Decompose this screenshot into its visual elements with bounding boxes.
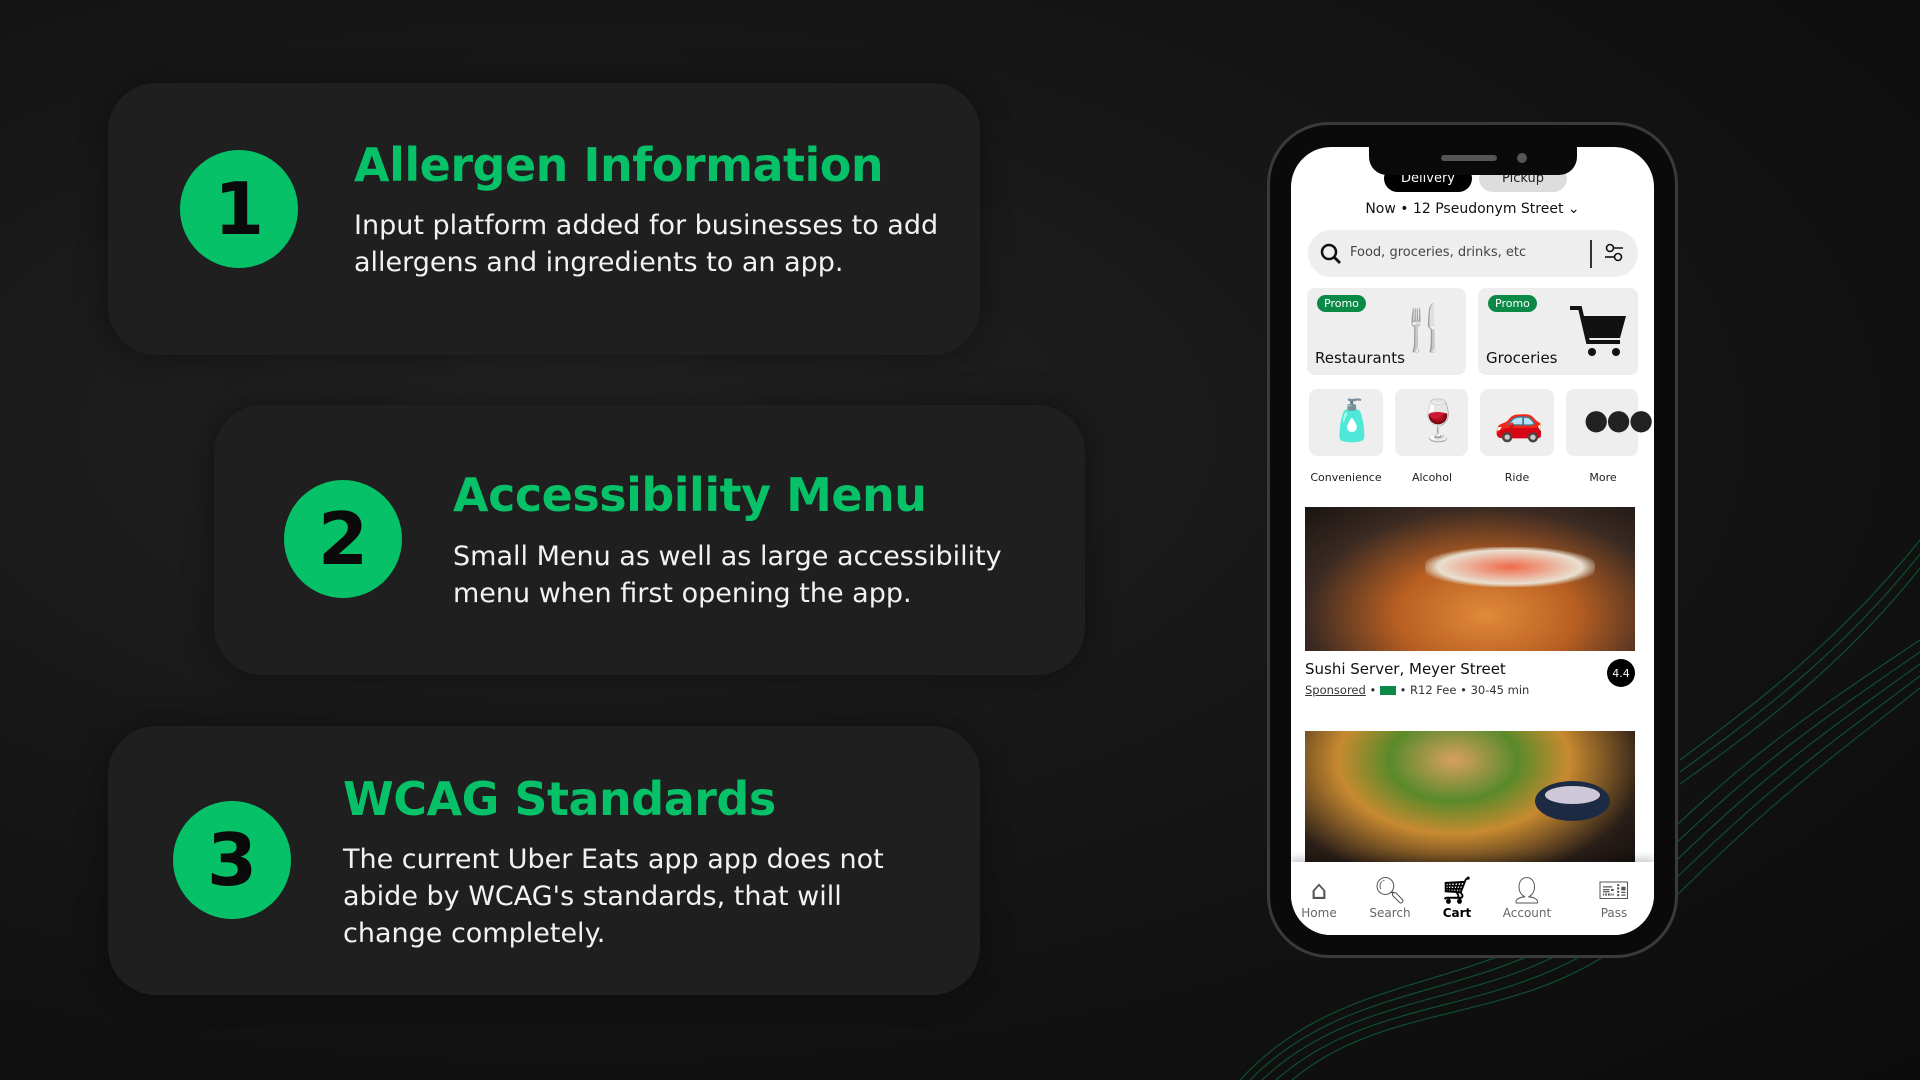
- tile-label: Restaurants: [1315, 349, 1405, 367]
- home-icon: ⌂: [1310, 876, 1328, 906]
- search-bar[interactable]: Food, groceries, drinks, etc: [1308, 230, 1638, 277]
- card-wcag-standards: 3 WCAG Standards The current Uber Eats a…: [108, 726, 980, 995]
- sponsored-link[interactable]: Sponsored: [1305, 683, 1366, 697]
- cart-icon: [1570, 306, 1626, 356]
- address-text: Now • 12 Pseudonym Street: [1365, 201, 1564, 217]
- tile-ride[interactable]: 🚗: [1480, 389, 1554, 456]
- step-number-badge: 1: [180, 150, 298, 268]
- chevron-down-icon: ⌄: [1567, 201, 1580, 217]
- car-icon: 🚗: [1494, 398, 1544, 444]
- restaurant-image-burger[interactable]: [1305, 731, 1635, 876]
- address-selector[interactable]: Now • 12 Pseudonym Street ⌄: [1291, 201, 1654, 217]
- card-allergen-information: 1 Allergen Information Input platform ad…: [108, 83, 980, 355]
- card-body: Input platform added for businesses to a…: [354, 210, 939, 278]
- delivery-time: 30-45 min: [1470, 683, 1530, 697]
- promo-badge: Promo: [1317, 295, 1366, 312]
- ticket-icon: 🎫︎: [1597, 876, 1631, 906]
- account-icon: 👤︎: [1510, 876, 1544, 906]
- tile-more[interactable]: ●●●: [1566, 389, 1653, 456]
- search-icon: 🔍︎: [1373, 876, 1407, 906]
- tile-convenience[interactable]: 🧴: [1309, 389, 1383, 456]
- card-accessibility-menu: 2 Accessibility Menu Small Menu as well …: [214, 405, 1085, 675]
- card-title: WCAG Standards: [343, 772, 776, 826]
- category-label: Ride: [1504, 471, 1530, 484]
- cart-icon: 🛒︎: [1440, 876, 1474, 906]
- tile-label: Groceries: [1486, 349, 1558, 367]
- promo-badge: Promo: [1488, 295, 1537, 312]
- delivery-fee: R12 Fee: [1410, 683, 1457, 697]
- restaurant-image-sushi[interactable]: [1305, 507, 1635, 651]
- search-icon: [1320, 243, 1341, 264]
- filter-icon[interactable]: [1603, 242, 1625, 264]
- more-icon: ●●●: [1584, 403, 1653, 436]
- tile-restaurants[interactable]: Promo Restaurants 🍴: [1307, 288, 1466, 375]
- nav-home[interactable]: ⌂ Home: [1291, 876, 1349, 920]
- restaurant-name[interactable]: Sushi Server, Meyer Street: [1305, 660, 1506, 678]
- wine-glass-icon: 🍷: [1413, 398, 1463, 444]
- cutlery-icon: 🍴: [1397, 303, 1452, 354]
- card-body: Small Menu as well as large accessibilit…: [453, 541, 1002, 609]
- tile-alcohol[interactable]: 🍷: [1395, 389, 1468, 456]
- card-title: Accessibility Menu: [453, 468, 927, 522]
- restaurant-meta: Sponsored • • R12 Fee • 30-45 min: [1305, 683, 1530, 697]
- step-number-badge: 3: [173, 801, 291, 919]
- toiletries-icon: 🧴: [1327, 398, 1377, 444]
- category-label: Convenience: [1310, 471, 1382, 484]
- step-number-badge: 2: [284, 480, 402, 598]
- nav-search[interactable]: 🔍︎ Search: [1360, 876, 1420, 920]
- ticket-icon: [1379, 686, 1396, 695]
- rating-badge: 4.4: [1607, 659, 1635, 687]
- category-label: More: [1589, 471, 1617, 484]
- phone-screen: Delivery Pickup Now • 12 Pseudonym Stree…: [1291, 147, 1654, 935]
- card-body: The current Uber Eats app app does not a…: [343, 844, 884, 949]
- phone-notch: [1369, 147, 1577, 175]
- divider: [1590, 240, 1592, 268]
- nav-cart[interactable]: 🛒︎ Cart: [1427, 876, 1487, 920]
- card-title: Allergen Information: [354, 138, 884, 192]
- nav-account[interactable]: 👤︎ Account: [1497, 876, 1557, 920]
- nav-pass[interactable]: 🎫︎ Pass: [1584, 876, 1644, 920]
- search-input[interactable]: Food, groceries, drinks, etc: [1350, 245, 1526, 260]
- tile-groceries[interactable]: Promo Groceries: [1478, 288, 1638, 375]
- category-label: Alcohol: [1411, 471, 1453, 484]
